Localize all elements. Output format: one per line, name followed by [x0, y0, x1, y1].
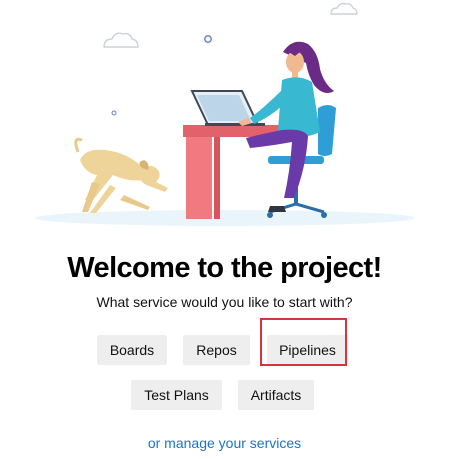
- cloud-icon: [330, 2, 358, 15]
- page-subtitle: What service would you like to start wit…: [96, 294, 353, 310]
- circle-decoration: [204, 35, 212, 43]
- boards-button[interactable]: Boards: [97, 335, 167, 365]
- artifacts-button[interactable]: Artifacts: [238, 380, 314, 410]
- pipelines-highlight-box: [260, 318, 347, 366]
- test-plans-button[interactable]: Test Plans: [131, 380, 222, 410]
- dog-illustration: [74, 137, 168, 213]
- cloud-icon: [103, 32, 139, 48]
- welcome-illustration: [35, 2, 415, 226]
- circle-decoration: [111, 110, 117, 116]
- manage-services-link[interactable]: or manage your services: [0, 435, 449, 451]
- page-title: Welcome to the project!: [67, 252, 382, 284]
- repos-button[interactable]: Repos: [183, 335, 250, 365]
